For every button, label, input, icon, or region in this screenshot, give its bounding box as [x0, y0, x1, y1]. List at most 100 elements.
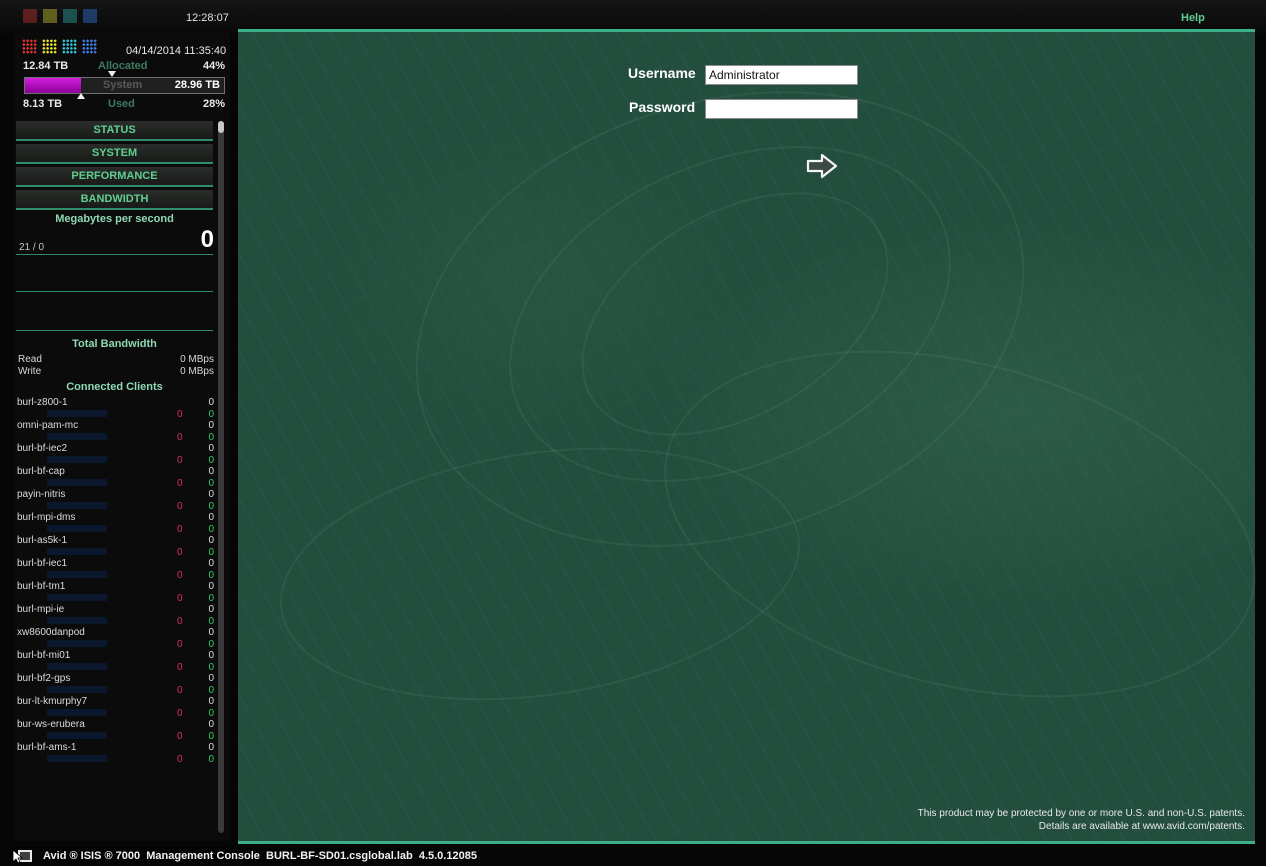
client-value: 0 — [208, 535, 214, 546]
read-value: 0 MBps — [180, 354, 214, 365]
client-row[interactable]: burl-mpi-ie 0 0 0 — [17, 604, 214, 627]
client-write: 0 — [208, 524, 214, 535]
client-write: 0 — [208, 708, 214, 719]
client-row[interactable]: bur-ws-erubera 0 0 0 — [17, 719, 214, 742]
sidebar-scrollbar[interactable] — [218, 121, 224, 833]
client-name: burl-bf-iec1 — [17, 558, 68, 569]
client-detail — [47, 548, 107, 555]
client-detail — [47, 709, 107, 716]
patent-line-2[interactable]: Details are available at www.avid.com/pa… — [1039, 821, 1245, 832]
client-row[interactable]: burl-bf-ams-1 0 0 0 — [17, 742, 214, 765]
main-content: Username Password This product may be pr… — [238, 16, 1266, 844]
client-row[interactable]: burl-bf2-gps 0 0 0 — [17, 673, 214, 696]
teal-grid-icon[interactable] — [62, 39, 77, 54]
client-value: 0 — [208, 512, 214, 523]
client-read: 0 — [177, 708, 183, 719]
storage-date: 04/14/2014 11:35:40 — [126, 45, 227, 57]
mbps-title: Megabytes per second — [55, 213, 174, 225]
allocated-pct: 44% — [202, 60, 225, 72]
system-label: System — [103, 79, 143, 91]
management-console-icon — [12, 849, 32, 864]
nav-system[interactable]: SYSTEM — [16, 144, 213, 164]
client-detail — [47, 755, 107, 762]
nav-performance[interactable]: PERFORMANCE — [16, 167, 213, 187]
username-field[interactable] — [705, 65, 858, 85]
client-row[interactable]: burl-mpi-dms 0 0 0 — [17, 512, 214, 535]
client-row[interactable]: bur-lt-kmurphy7 0 0 0 — [17, 696, 214, 719]
read-label: Read — [18, 354, 42, 365]
client-detail — [47, 594, 107, 601]
footer-text: Avid ® ISIS ® 7000 Management Console BU… — [43, 850, 477, 862]
used-pct: 28% — [202, 98, 225, 110]
username-label: Username — [628, 65, 696, 81]
client-row[interactable]: burl-bf-tm1 0 0 0 — [17, 581, 214, 604]
red-grid-icon[interactable] — [22, 39, 37, 54]
client-value: 0 — [208, 397, 214, 408]
client-name: burl-bf-iec2 — [17, 443, 68, 454]
blue-grid-icon[interactable] — [82, 39, 97, 54]
client-value: 0 — [208, 443, 214, 454]
blue-status-icon[interactable] — [83, 9, 97, 23]
client-row[interactable]: burl-bf-mi01 0 0 0 — [17, 650, 214, 673]
yellow-grid-icon[interactable] — [42, 39, 57, 54]
yellow-status-icon[interactable] — [43, 9, 57, 23]
client-read: 0 — [177, 455, 183, 466]
used-label: Used — [108, 98, 135, 110]
clock: 12:28:07 — [186, 12, 229, 24]
client-write: 0 — [208, 685, 214, 696]
write-label: Write — [18, 366, 42, 377]
client-read: 0 — [177, 409, 183, 420]
password-field[interactable] — [705, 99, 858, 119]
client-write: 0 — [208, 616, 214, 627]
client-write: 0 — [208, 593, 214, 604]
mbps-value: 0 — [200, 226, 214, 253]
client-row[interactable]: burl-bf-iec1 0 0 0 — [17, 558, 214, 581]
client-detail — [47, 732, 107, 739]
nav-bandwidth[interactable]: BANDWIDTH — [16, 190, 213, 210]
client-write: 0 — [208, 501, 214, 512]
storage-used-fill — [25, 78, 81, 93]
nav-status[interactable]: STATUS — [16, 121, 213, 141]
client-name: burl-bf2-gps — [17, 673, 71, 684]
client-read: 0 — [177, 731, 183, 742]
client-write: 0 — [208, 432, 214, 443]
graph-divider-2 — [16, 291, 213, 292]
client-row[interactable]: payin-nitris 0 0 0 — [17, 489, 214, 512]
client-detail — [47, 479, 107, 486]
client-value: 0 — [208, 650, 214, 661]
red-status-icon[interactable] — [23, 9, 37, 23]
arrow-right-icon[interactable] — [803, 150, 843, 182]
help-link[interactable]: Help — [1181, 12, 1205, 24]
client-detail — [47, 456, 107, 463]
client-name: burl-bf-tm1 — [17, 581, 66, 592]
client-detail — [47, 525, 107, 532]
status-bar: Avid ® ISIS ® 7000 Management Console BU… — [0, 846, 1266, 866]
client-detail — [47, 640, 107, 647]
client-value: 0 — [208, 627, 214, 638]
graph-divider-3 — [16, 330, 213, 331]
client-value: 0 — [208, 719, 214, 730]
password-label: Password — [629, 99, 696, 115]
client-row[interactable]: omni-pam-mc 0 0 0 — [17, 420, 214, 443]
client-name: burl-z800-1 — [17, 397, 68, 408]
client-row[interactable]: burl-z800-1 0 0 0 — [17, 397, 214, 420]
client-row[interactable]: burl-as5k-1 0 0 0 — [17, 535, 214, 558]
client-write: 0 — [208, 570, 214, 581]
client-value: 0 — [208, 604, 214, 615]
client-read: 0 — [177, 501, 183, 512]
client-row[interactable]: burl-bf-cap 0 0 0 — [17, 466, 214, 489]
client-row[interactable]: burl-bf-iec2 0 0 0 — [17, 443, 214, 466]
client-detail — [47, 686, 107, 693]
client-name: bur-lt-kmurphy7 — [17, 696, 88, 707]
client-write: 0 — [208, 639, 214, 650]
sidebar-scroll-thumb[interactable] — [218, 121, 224, 133]
client-value: 0 — [208, 489, 214, 500]
client-detail — [47, 410, 107, 417]
client-write: 0 — [208, 731, 214, 742]
client-read: 0 — [177, 662, 183, 673]
client-row[interactable]: xw8600danpod 0 0 0 — [17, 627, 214, 650]
client-name: burl-mpi-ie — [17, 604, 65, 615]
teal-status-icon[interactable] — [63, 9, 77, 23]
used-value: 8.13 TB — [23, 98, 63, 110]
storage-bar: System 28.96 TB — [24, 77, 225, 94]
